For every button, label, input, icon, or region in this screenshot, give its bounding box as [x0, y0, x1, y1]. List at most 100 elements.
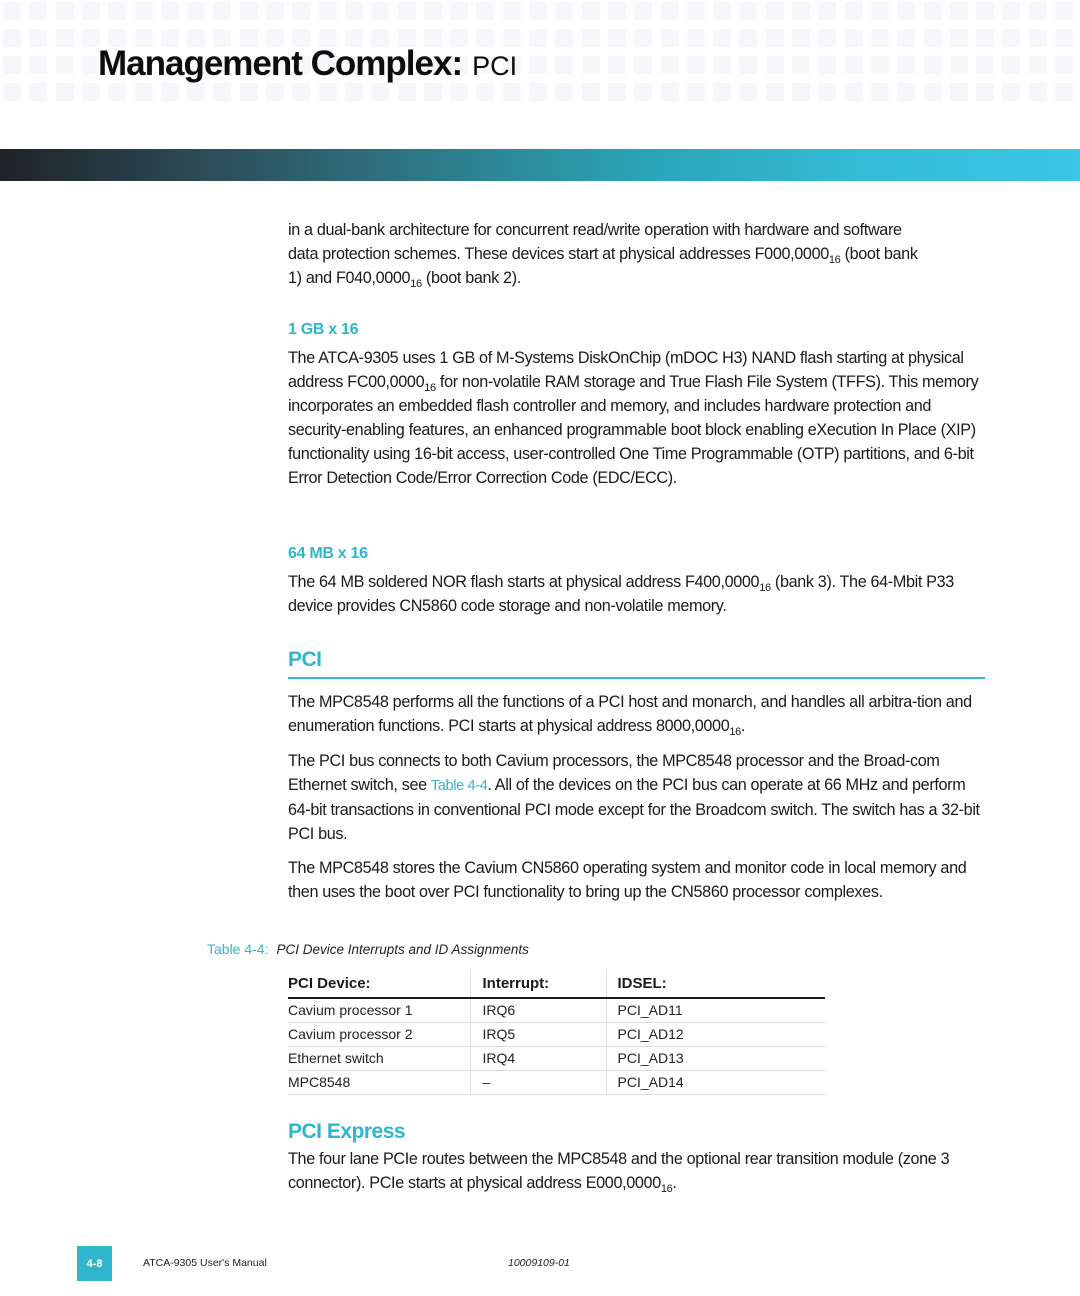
grid-square — [239, 83, 258, 101]
grid-square — [187, 2, 206, 20]
grid-square — [844, 29, 863, 47]
grid-square — [344, 2, 363, 20]
grid-square — [792, 56, 810, 74]
pci-paragraph-1: The MPC8548 performs all the functions o… — [288, 693, 972, 738]
grid-square — [792, 83, 810, 101]
grid-square — [502, 2, 521, 20]
grid-square — [476, 83, 495, 101]
grid-square — [818, 29, 837, 47]
grid-square — [923, 83, 942, 101]
column-header-idsel: IDSEL: — [605, 970, 825, 999]
grid-square — [739, 29, 758, 47]
grid-square — [1055, 29, 1073, 47]
grid-square — [29, 56, 48, 74]
grid-square — [897, 2, 916, 20]
grid-square — [187, 83, 206, 101]
grid-square — [423, 2, 442, 20]
grid-square — [529, 29, 547, 47]
table-4-4-link[interactable]: Table 4-4 — [431, 778, 488, 794]
grid-square — [1028, 83, 1047, 101]
intro-line: data protection schemes. These devices s… — [288, 245, 918, 266]
grid-square — [660, 56, 679, 74]
grid-square — [870, 29, 889, 47]
grid-square — [686, 56, 705, 74]
grid-square — [949, 29, 968, 47]
table-header-row: PCI Device: Interrupt: IDSEL: — [288, 970, 825, 999]
intro-line: 1) and F040,000016 (boot bank 2). — [288, 269, 521, 290]
table-caption-number: Table 4-4: — [207, 941, 269, 957]
grid-square — [371, 2, 390, 20]
pci-express-paragraph: The four lane PCIe routes between the MP… — [288, 1150, 950, 1195]
grid-square — [1055, 2, 1073, 20]
grid-square — [1028, 2, 1047, 20]
intro-line: in a dual-bank architecture for concurre… — [288, 221, 902, 239]
grid-square — [81, 83, 100, 101]
grid-square — [1055, 56, 1073, 74]
grid-square — [134, 83, 153, 101]
grid-square — [581, 2, 600, 20]
column-header-device: PCI Device: — [288, 970, 470, 999]
footer-doc-number: 10009109-01 — [508, 1257, 570, 1269]
grid-square — [844, 2, 863, 20]
grid-square — [292, 2, 311, 20]
grid-square — [660, 2, 679, 20]
pci-device-table: PCI Device: Interrupt: IDSEL: Cavium pro… — [288, 970, 825, 1095]
grid-square — [1002, 56, 1021, 74]
grid-square — [555, 2, 574, 20]
page-title-sub: PCI — [472, 51, 518, 81]
grid-square — [55, 83, 74, 101]
grid-square — [476, 2, 495, 20]
pci-paragraph-2: The PCI bus connects to both Cavium proc… — [288, 752, 980, 843]
cell-interrupt: – — [469, 1070, 606, 1095]
grid-square — [318, 2, 337, 20]
grid-square — [3, 83, 21, 101]
grid-square — [792, 29, 810, 47]
grid-square — [765, 83, 784, 101]
grid-square — [923, 29, 942, 47]
grid-square — [923, 56, 942, 74]
grid-square — [108, 83, 127, 101]
grid-square — [923, 2, 942, 20]
header-gradient-bar — [0, 149, 1080, 181]
cell-idsel: PCI_AD14 — [605, 1070, 825, 1095]
grid-square — [949, 83, 968, 101]
grid-square — [397, 2, 416, 20]
grid-square — [450, 2, 469, 20]
grid-square — [529, 56, 547, 74]
grid-square — [1002, 2, 1021, 20]
grid-square — [976, 56, 995, 74]
page-title-main: Management Complex: — [98, 44, 463, 83]
grid-square — [897, 83, 916, 101]
grid-square — [739, 83, 758, 101]
grid-square — [160, 2, 179, 20]
grid-square — [160, 83, 179, 101]
grid-square — [765, 56, 784, 74]
cell-idsel: PCI_AD11 — [605, 998, 825, 1023]
table-row: MPC8548 – PCI_AD14 — [288, 1070, 825, 1095]
grid-square — [949, 56, 968, 74]
grid-square — [897, 56, 916, 74]
grid-square — [502, 83, 521, 101]
grid-square — [818, 56, 837, 74]
grid-square — [634, 29, 653, 47]
heading-64mb: 64 MB x 16 — [288, 545, 368, 562]
cell-interrupt: IRQ6 — [469, 998, 606, 1023]
grid-square — [1002, 83, 1021, 101]
grid-square — [55, 56, 74, 74]
grid-square — [450, 83, 469, 101]
page-title: Management Complex: PCI — [98, 44, 517, 84]
heading-pci: PCI — [288, 648, 322, 671]
grid-square — [397, 83, 416, 101]
table-caption-title: PCI Device Interrupts and ID Assignments — [276, 942, 529, 957]
grid-square — [765, 2, 784, 20]
grid-square — [713, 83, 732, 101]
cell-idsel: PCI_AD12 — [605, 1022, 825, 1047]
grid-square — [108, 2, 127, 20]
grid-square — [318, 83, 337, 101]
cell-device: Cavium processor 2 — [288, 1022, 470, 1047]
grid-square — [607, 56, 626, 74]
table-row: Ethernet switch IRQ4 PCI_AD13 — [288, 1046, 825, 1071]
grid-square — [529, 2, 547, 20]
grid-square — [792, 2, 810, 20]
grid-square — [581, 56, 600, 74]
